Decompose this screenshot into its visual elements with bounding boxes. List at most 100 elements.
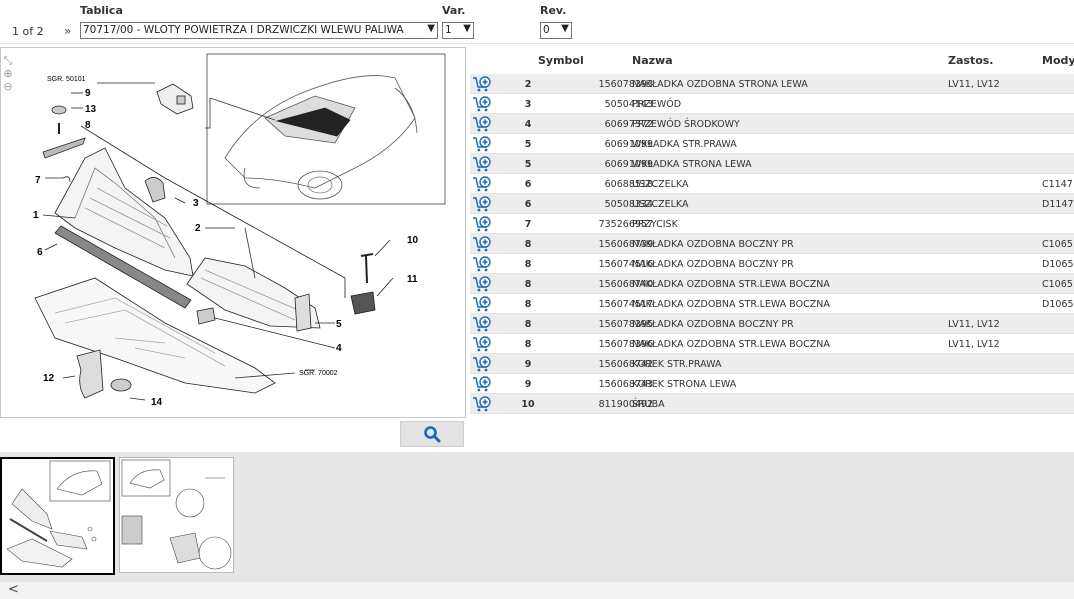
column-nazwa[interactable]: Nazwa: [632, 54, 673, 67]
sgr-label-2: SGR. 70002: [299, 370, 338, 377]
thumbnail-diagram-1: [6, 460, 111, 568]
add-to-cart-icon[interactable]: [472, 395, 492, 413]
row-nazwa: NAKŁADKA OZDOBNA BOCZNY PR: [632, 319, 794, 330]
zoom-out-icon[interactable]: ⊖: [1, 80, 15, 93]
callout-11: 11: [407, 274, 418, 285]
table-row[interactable]: 7 735266957 PRZYCISK: [470, 214, 1074, 234]
thumbnail-diagram-2: [121, 459, 232, 570]
add-to-cart-icon[interactable]: [472, 315, 492, 333]
row-position: 2: [524, 79, 532, 90]
table-row[interactable]: 5 60691099 WKŁADKA STRONA LEWA: [470, 154, 1074, 174]
callout-4: 4: [336, 343, 342, 354]
row-zastos: LV11, LV12: [948, 339, 1000, 350]
callout-5: 5: [336, 319, 342, 330]
add-to-cart-icon[interactable]: [472, 135, 492, 153]
table-row[interactable]: 3 50504143 PRZEWÓD: [470, 94, 1074, 114]
table-row[interactable]: 8 156078396 NAKŁADKA OZDOBNA STR.LEWA BOCZ…: [470, 334, 1074, 354]
row-nazwa: NAKŁADKA OZDOBNA BOCZNY PR: [632, 259, 794, 270]
next-page-icon[interactable]: »: [64, 24, 71, 38]
viewer-toolbar: ⤡ ⊕ ⊖: [1, 54, 15, 93]
row-mody: C1065: [1042, 239, 1073, 250]
chevron-down-icon: ▼: [427, 23, 435, 34]
add-to-cart-icon[interactable]: [472, 155, 492, 173]
row-position: 6: [524, 199, 532, 210]
add-to-cart-icon[interactable]: [472, 175, 492, 193]
callout-7: 7: [35, 175, 41, 186]
var-label: Var.: [442, 4, 466, 17]
table-row[interactable]: 6 60688518 USZCZELKA C1147: [470, 174, 1074, 194]
row-nazwa: USZCZELKA: [632, 199, 689, 210]
top-bar: Tablica Var. Rev. 1 of 2 » 70717/00 - WL…: [0, 0, 1074, 44]
revision-select[interactable]: 0 ▼: [540, 22, 572, 39]
variant-select[interactable]: 1 ▼: [442, 22, 474, 39]
row-position: 6: [524, 179, 532, 190]
column-mody[interactable]: Mody: [1042, 54, 1074, 67]
row-nazwa: PRZEWÓD ŚRODKOWY: [632, 119, 740, 130]
search-icon: [424, 426, 441, 443]
callout-1: 1: [33, 210, 39, 221]
exploded-parts-diagram[interactable]: SGR. 50101 SGR. 70002 9 13 8 7 3 1 2 6 1…: [15, 48, 465, 418]
row-position: 10: [521, 399, 535, 410]
column-symbol[interactable]: Symbol: [538, 54, 584, 67]
bottom-bar: <: [0, 582, 1074, 599]
diagram-viewer[interactable]: ⤡ ⊕ ⊖ SGR. 50101 SGR. 70002 9 13 8 7 3 1…: [0, 47, 466, 418]
callout-14: 14: [151, 397, 163, 408]
row-nazwa: NAKŁADKA OZDOBNA BOCZNY PR: [632, 239, 794, 250]
add-to-cart-icon[interactable]: [472, 195, 492, 213]
add-to-cart-icon[interactable]: [472, 75, 492, 93]
row-nazwa: WKŁADKA STR.PRAWA: [632, 139, 737, 150]
table-row[interactable]: 8 156074516 NAKŁADKA OZDOBNA BOCZNY PR D106…: [470, 254, 1074, 274]
row-position: 4: [524, 119, 532, 130]
row-mody: D1065: [1042, 259, 1074, 270]
table-row[interactable]: 8 156068740 NAKŁADKA OZDOBNA STR.LEWA BOCZ…: [470, 274, 1074, 294]
table-row[interactable]: 8 156068739 NAKŁADKA OZDOBNA BOCZNY PR C106…: [470, 234, 1074, 254]
tablica-label: Tablica: [80, 4, 123, 17]
add-to-cart-icon[interactable]: [472, 255, 492, 273]
row-position: 8: [524, 239, 532, 250]
table-select[interactable]: 70717/00 - WLOTY POWIETRZA I DRZWICZKI W…: [80, 22, 438, 39]
table-row[interactable]: 9 156068743 KOREK STRONA LEWA: [470, 374, 1074, 394]
row-position: 9: [524, 379, 532, 390]
variant-select-value: 1: [445, 24, 452, 36]
add-to-cart-icon[interactable]: [472, 95, 492, 113]
thumbnail-page-1[interactable]: [0, 457, 115, 575]
zoom-in-icon[interactable]: ⊕: [1, 67, 15, 80]
table-row[interactable]: 8 156074517 NAKŁADKA OZDOBNA STR.LEWA BOCZ…: [470, 294, 1074, 314]
table-row[interactable]: 5 60691099 WKŁADKA STR.PRAWA: [470, 134, 1074, 154]
row-mody: C1147: [1042, 179, 1073, 190]
table-row[interactable]: 10 811900492 ŚRUBA: [470, 394, 1074, 414]
row-zastos: LV11, LV12: [948, 79, 1000, 90]
row-position: 8: [524, 259, 532, 270]
table-row[interactable]: 4 60697372 PRZEWÓD ŚRODKOWY: [470, 114, 1074, 134]
add-to-cart-icon[interactable]: [472, 235, 492, 253]
row-zastos: LV11, LV12: [948, 319, 1000, 330]
row-position: 8: [524, 299, 532, 310]
row-position: 3: [524, 99, 532, 110]
add-to-cart-icon[interactable]: [472, 335, 492, 353]
add-to-cart-icon[interactable]: [472, 215, 492, 233]
row-nazwa: PRZYCISK: [632, 219, 678, 230]
chevron-down-icon: ▼: [561, 23, 569, 34]
thumbnail-page-2[interactable]: [119, 457, 234, 573]
row-nazwa: NAKŁADKA OZDOBNA STR.LEWA BOCZNA: [632, 299, 830, 310]
add-to-cart-icon[interactable]: [472, 375, 492, 393]
table-row[interactable]: 2 156078393 NAKŁADKA OZDOBNA STRONA LEWA LV…: [470, 74, 1074, 94]
add-to-cart-icon[interactable]: [472, 115, 492, 133]
callout-3: 3: [193, 198, 199, 209]
back-arrow-icon[interactable]: <: [8, 582, 19, 597]
add-to-cart-icon[interactable]: [472, 275, 492, 293]
column-zastos[interactable]: Zastos.: [948, 54, 994, 67]
add-to-cart-icon[interactable]: [472, 355, 492, 373]
table-header: Symbol Nazwa Zastos. Mody: [470, 52, 1074, 72]
add-to-cart-icon[interactable]: [472, 295, 492, 313]
row-position: 5: [524, 139, 532, 150]
zoom-fit-icon[interactable]: ⤡: [1, 54, 15, 67]
table-row[interactable]: 8 156078395 NAKŁADKA OZDOBNA BOCZNY PR LV11…: [470, 314, 1074, 334]
row-nazwa: KOREK STRONA LEWA: [632, 379, 737, 390]
row-position: 8: [524, 319, 532, 330]
table-row[interactable]: 9 156068742 KOREK STR.PRAWA: [470, 354, 1074, 374]
page-indicator: 1 of 2: [12, 25, 44, 38]
chevron-down-icon: ▼: [463, 23, 471, 34]
zoom-button[interactable]: [400, 421, 464, 447]
table-row[interactable]: 6 50508334 USZCZELKA D1147: [470, 194, 1074, 214]
